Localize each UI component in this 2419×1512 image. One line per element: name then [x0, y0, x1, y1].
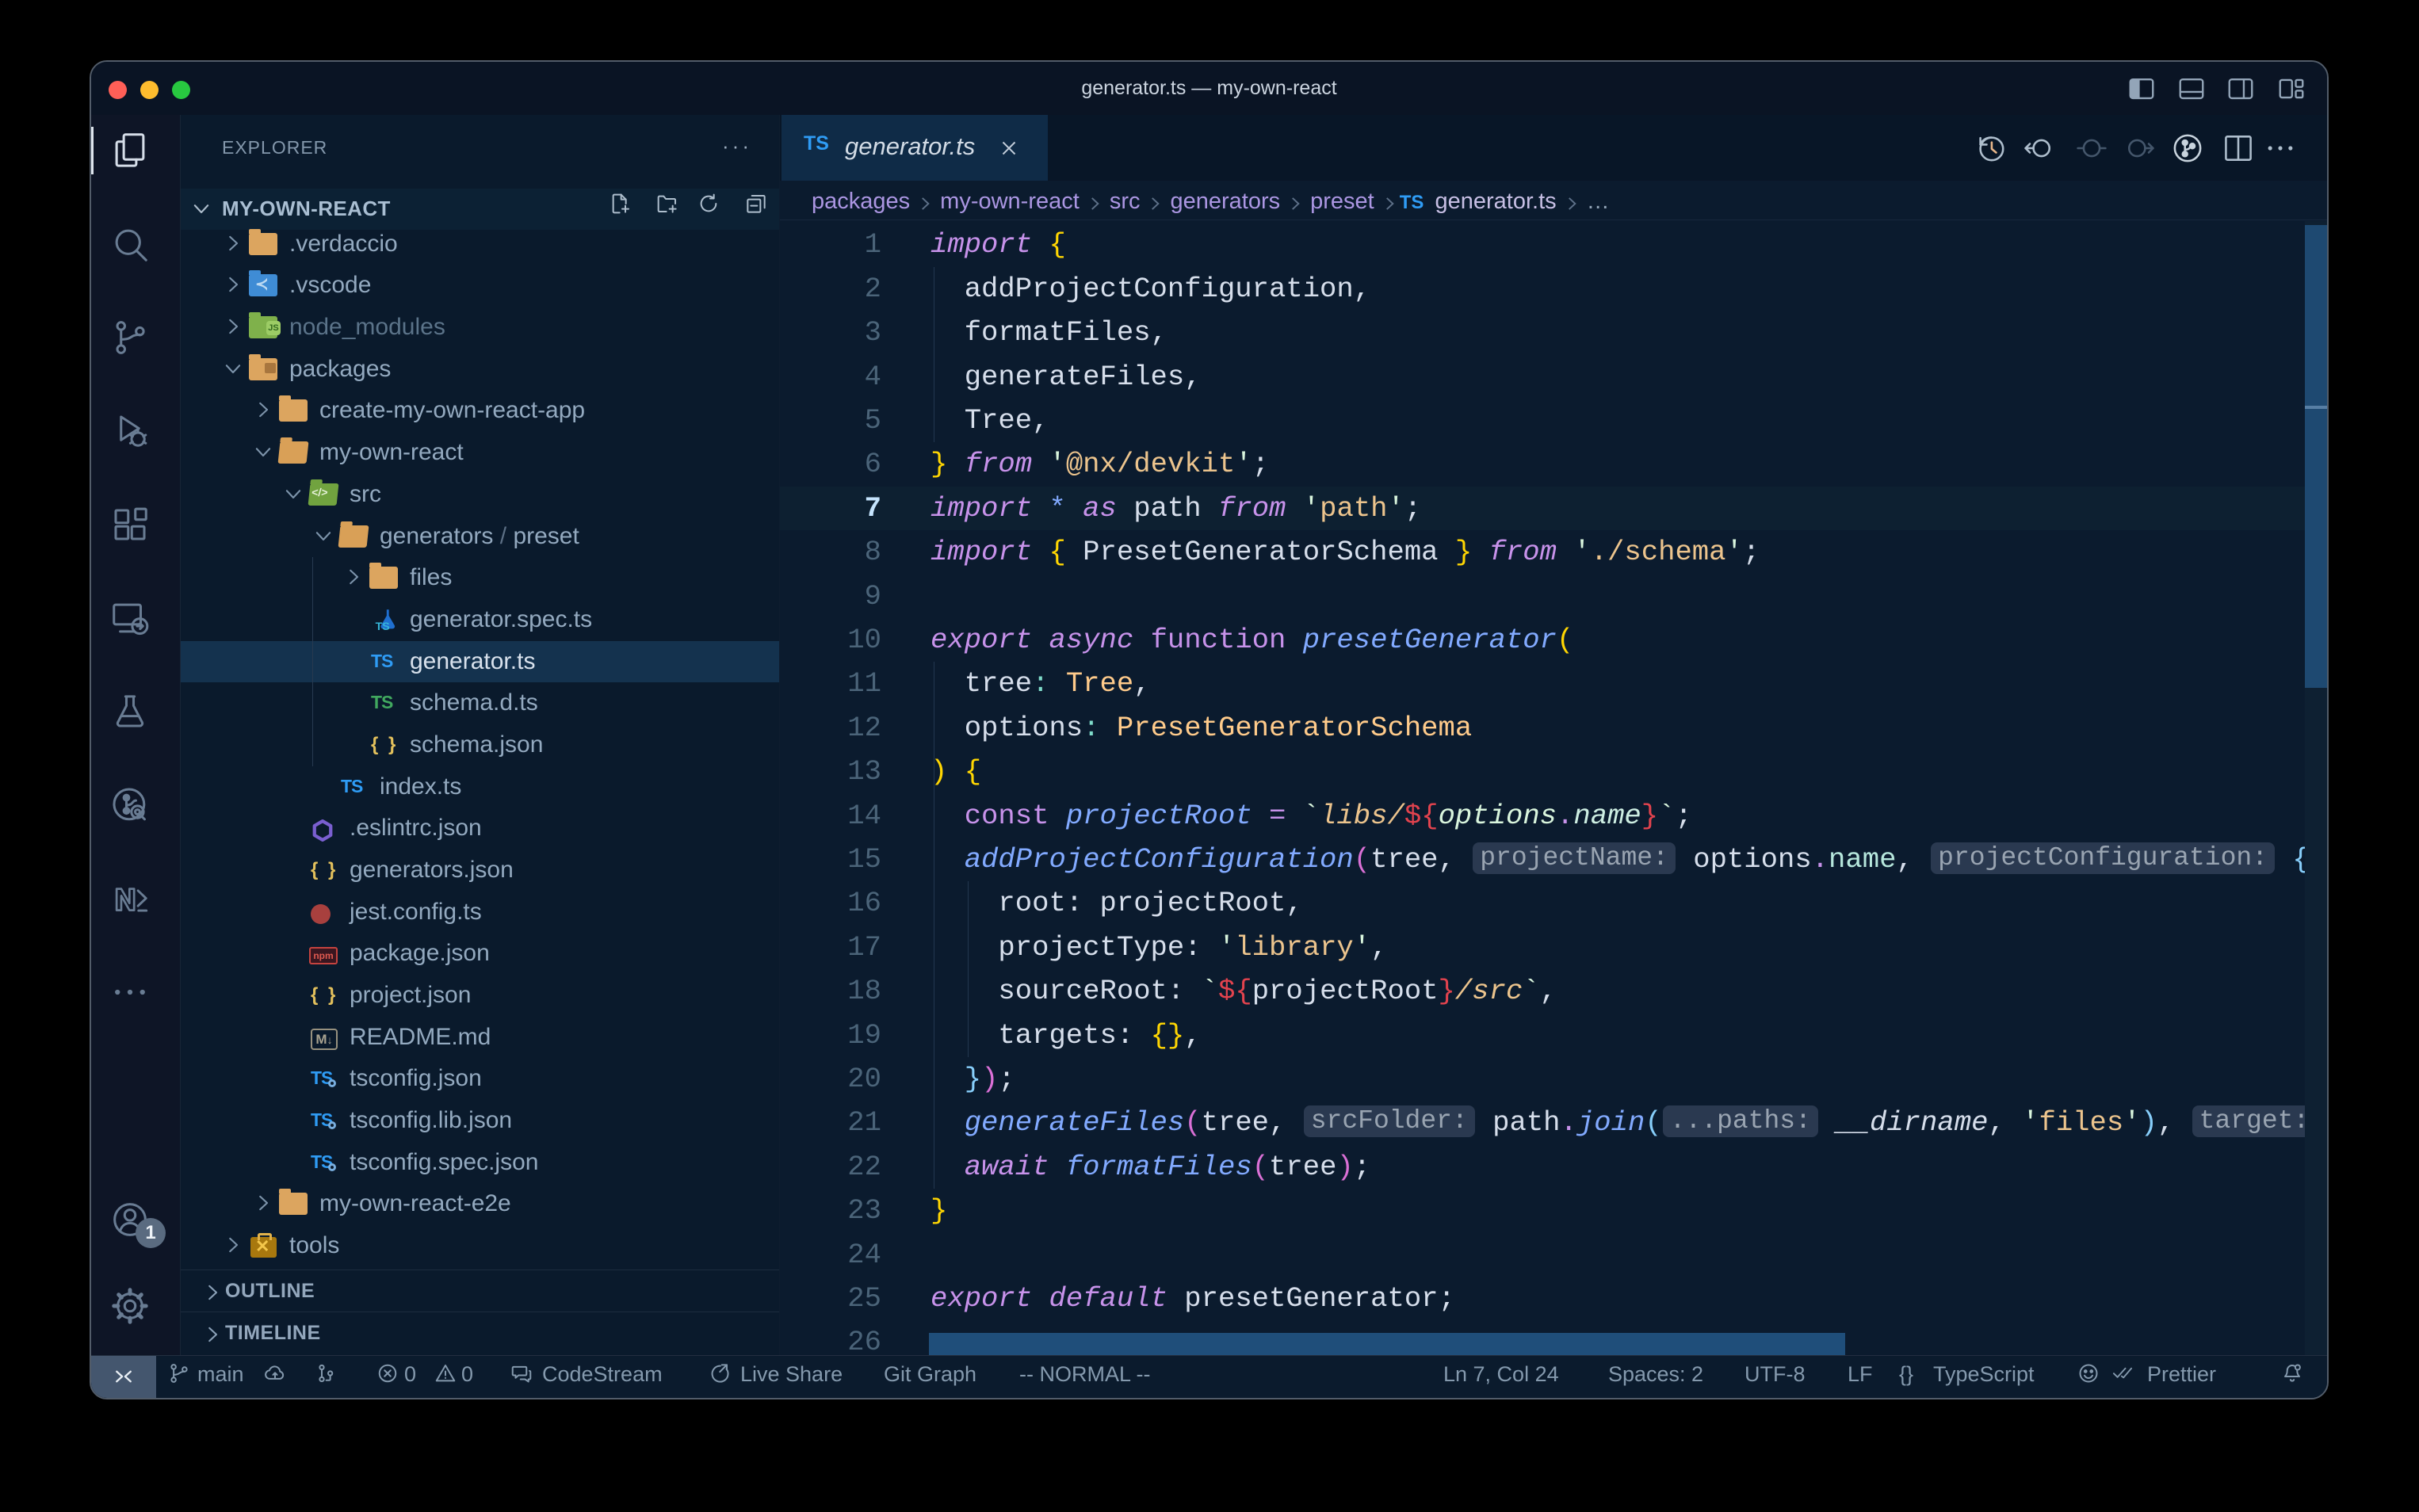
svg-text:TS: TS — [376, 620, 390, 633]
